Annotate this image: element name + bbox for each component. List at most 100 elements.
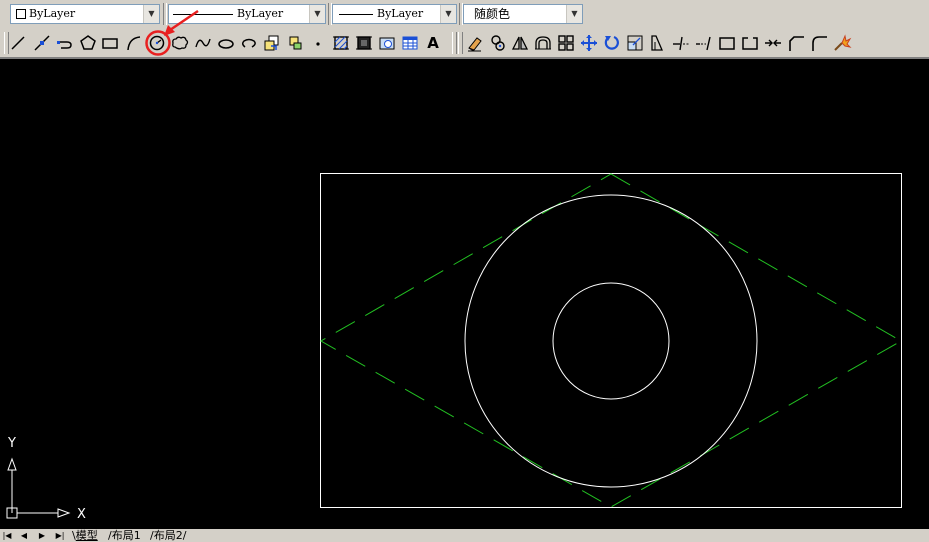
- draw-modify-toolbars: A: [0, 29, 929, 57]
- explode-button[interactable]: [832, 33, 852, 53]
- eraser-icon: [468, 37, 482, 52]
- copy-icon: [491, 35, 505, 51]
- drawing-canvas[interactable]: Y X: [0, 59, 929, 529]
- table-icon: [402, 36, 418, 50]
- color-control[interactable]: 随颜色 ▼: [463, 4, 583, 24]
- break-at-point-button[interactable]: [717, 33, 737, 53]
- break-at-point-icon: [719, 37, 735, 50]
- prev-tab-icon[interactable]: ◀: [19, 530, 29, 541]
- insert-block-button[interactable]: [262, 33, 282, 53]
- color-control-label: 随颜色: [474, 7, 511, 21]
- polygon-button[interactable]: [78, 33, 98, 53]
- ucs-x-label: X: [77, 507, 86, 522]
- lineweight-control-label: ByLayer: [377, 7, 424, 20]
- stretch-button[interactable]: [648, 33, 668, 53]
- region-button[interactable]: [377, 33, 397, 53]
- scale-icon: [627, 35, 643, 51]
- ellipse-button[interactable]: [216, 33, 236, 53]
- construction-line-button[interactable]: [32, 33, 52, 53]
- mirror-button[interactable]: [510, 33, 530, 53]
- array-button[interactable]: [556, 33, 576, 53]
- text-a-icon: A: [427, 34, 439, 52]
- fillet-icon: [812, 36, 827, 51]
- mirror-icon: [511, 36, 529, 50]
- lineweight-sample: [339, 14, 373, 15]
- multiline-text-button[interactable]: A: [423, 33, 443, 53]
- polygon-icon: [80, 35, 96, 50]
- rhombus-construction-lines: [319, 173, 903, 508]
- gradient-button[interactable]: [354, 33, 374, 53]
- rectangle-entity: [320, 173, 902, 508]
- table-button[interactable]: [400, 33, 420, 53]
- chamfer-icon: [789, 36, 804, 51]
- point-button[interactable]: [308, 33, 328, 53]
- inner-circle-entity: [552, 282, 670, 400]
- extend-button[interactable]: [694, 33, 714, 53]
- break-button[interactable]: [740, 33, 760, 53]
- layer-control[interactable]: ByLayer ▼: [10, 4, 160, 24]
- properties-toolbar: ByLayer ▼ ByLayer ▼ ByLayer ▼ 随颜色 ▼: [0, 0, 586, 29]
- chamfer-button[interactable]: [786, 33, 806, 53]
- tab-layout2[interactable]: /布局2/: [150, 529, 186, 542]
- arc-button[interactable]: [124, 33, 144, 53]
- array-icon: [558, 35, 574, 51]
- erase-button[interactable]: [465, 33, 485, 53]
- line-icon: [11, 36, 25, 50]
- trim-icon: [673, 36, 689, 51]
- ucs-x-arrow: [57, 508, 71, 518]
- chevron-down-icon[interactable]: ▼: [440, 5, 456, 23]
- point-icon: [316, 42, 320, 46]
- last-tab-icon[interactable]: ▶|: [55, 530, 65, 541]
- move-button[interactable]: [579, 33, 599, 53]
- offset-icon: [535, 36, 551, 50]
- tab-layout1[interactable]: /布局1: [108, 529, 141, 542]
- scale-button[interactable]: [625, 33, 645, 53]
- hatch-icon: [333, 36, 349, 50]
- stretch-icon: [651, 35, 663, 51]
- rotate-icon: [604, 35, 619, 50]
- explode-icon: [834, 34, 852, 51]
- rotate-button[interactable]: [602, 33, 622, 53]
- annotation-highlight: [145, 9, 199, 56]
- next-tab-icon[interactable]: ▶: [37, 530, 47, 541]
- outer-circle-entity: [464, 194, 758, 488]
- gradient-icon: [356, 36, 372, 50]
- drawing-geometry: Y X: [6, 173, 903, 522]
- chevron-down-icon[interactable]: ▼: [566, 5, 582, 23]
- polyline-icon: [57, 41, 72, 49]
- first-tab-icon[interactable]: |◀: [2, 530, 12, 541]
- layer-control-label: ByLayer: [29, 7, 76, 20]
- ucs-icon: Y X: [6, 436, 86, 522]
- construction-line-icon: [34, 35, 50, 51]
- copy-button[interactable]: [488, 33, 508, 53]
- layout-tab-bar: |◀ ◀ ▶ ▶| \模型 /布局1 /布局2/: [0, 529, 929, 542]
- extend-icon: [696, 36, 711, 51]
- tab-model[interactable]: \模型: [72, 529, 98, 542]
- insert-block-icon: [264, 35, 279, 51]
- ellipse-icon: [218, 39, 234, 49]
- lineweight-control[interactable]: ByLayer ▼: [332, 4, 457, 24]
- rectangle-button[interactable]: [100, 33, 120, 53]
- chevron-down-icon[interactable]: ▼: [309, 5, 325, 23]
- ellipse-arc-button[interactable]: [239, 33, 259, 53]
- rectangle-icon: [102, 38, 118, 49]
- annotation-arrow-shaft: [169, 9, 199, 32]
- color-swatch: [16, 9, 26, 19]
- offset-button[interactable]: [533, 33, 553, 53]
- make-block-button[interactable]: [285, 33, 305, 53]
- join-icon: [765, 39, 781, 47]
- toolbar-separator: [452, 32, 457, 54]
- join-button[interactable]: [763, 33, 783, 53]
- linetype-control-label: ByLayer: [237, 7, 284, 20]
- hatch-button[interactable]: [331, 33, 351, 53]
- trim-button[interactable]: [671, 33, 691, 53]
- toolbar-area: ByLayer ▼ ByLayer ▼ ByLayer ▼ 随颜色 ▼ A: [0, 0, 929, 57]
- line-tool-button[interactable]: [8, 33, 28, 53]
- ucs-y-label: Y: [7, 436, 16, 451]
- fillet-button[interactable]: [809, 33, 829, 53]
- break-icon: [742, 37, 758, 50]
- polyline-button[interactable]: [55, 33, 75, 53]
- region-icon: [379, 37, 395, 50]
- toolbar-grip[interactable]: [458, 32, 463, 54]
- ucs-y-arrow: [7, 457, 17, 471]
